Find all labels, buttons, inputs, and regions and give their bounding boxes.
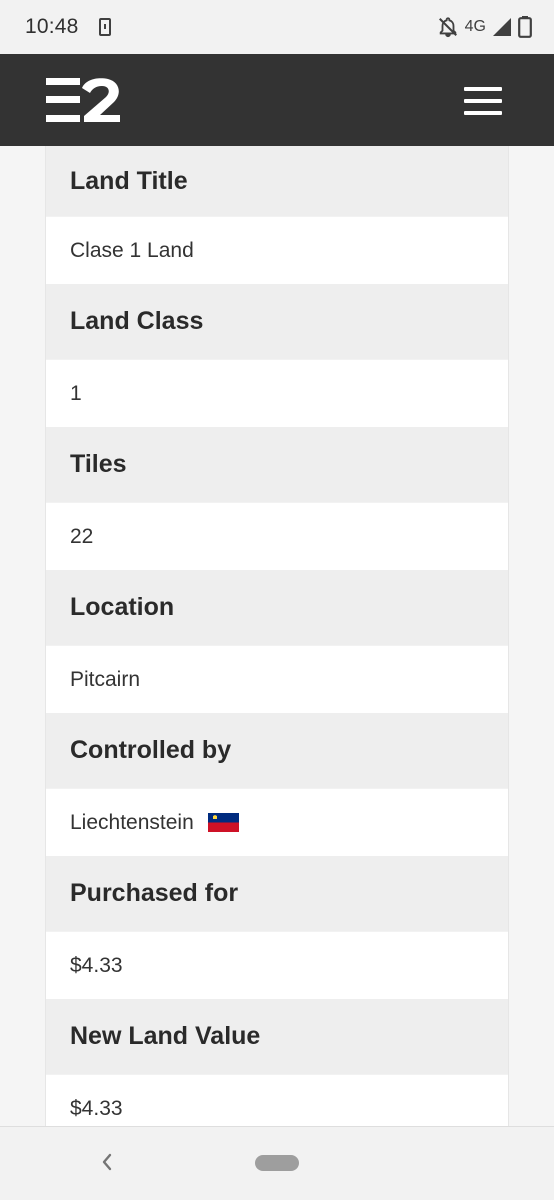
label-land-class: Land Class (46, 284, 508, 359)
bell-off-icon (438, 17, 457, 38)
system-nav-bar (0, 1126, 554, 1200)
back-chevron-icon[interactable] (98, 1151, 116, 1173)
value-new-land-value: $4.33 (46, 1074, 508, 1126)
value-controlled-by[interactable]: Liechtenstein (46, 788, 508, 856)
value-land-class: 1 (46, 359, 508, 427)
app-header (0, 54, 554, 146)
label-new-land-value: New Land Value (46, 999, 508, 1074)
status-icons: 4G (437, 16, 532, 38)
e2-logo-icon[interactable] (46, 78, 120, 122)
label-tiles: Tiles (46, 427, 508, 502)
country-name[interactable]: Liechtenstein (70, 811, 194, 835)
label-location: Location (46, 570, 508, 645)
battery-icon (518, 16, 532, 38)
signal-icon (493, 18, 511, 36)
value-tiles: 22 (46, 502, 508, 570)
value-location: Pitcairn (46, 645, 508, 713)
status-time: 10:48 (25, 15, 79, 38)
value-land-title: Clase 1 Land (46, 216, 508, 284)
label-controlled-by: Controlled by (46, 713, 508, 788)
status-bar: 10:48 4G (0, 0, 554, 54)
value-purchased-for: $4.33 (46, 931, 508, 999)
network-type: 4G (464, 18, 486, 35)
hamburger-menu-icon[interactable] (464, 87, 502, 115)
home-pill-icon[interactable] (255, 1155, 299, 1171)
land-details-card: Land Title Clase 1 Land Land Class 1 Til… (45, 146, 509, 1126)
phone-notification-icon (98, 18, 111, 36)
liechtenstein-flag-icon (207, 813, 239, 832)
label-land-title: Land Title (46, 146, 508, 216)
label-purchased-for: Purchased for (46, 856, 508, 931)
